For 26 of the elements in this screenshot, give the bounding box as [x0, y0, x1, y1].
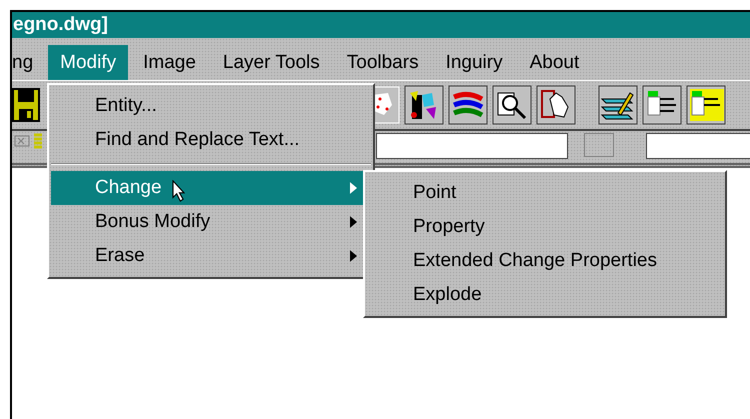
input-field[interactable] — [376, 133, 568, 159]
input-field[interactable] — [646, 133, 750, 159]
menu-bar-item[interactable]: Inguiry — [434, 45, 515, 81]
layers-icon — [34, 133, 42, 149]
menu-bar-item[interactable]: Layer Tools — [210, 45, 332, 81]
menu-bar-item[interactable]: About — [518, 45, 592, 81]
menu-item-label: Change — [95, 177, 162, 199]
menu-item[interactable]: Find and Replace Text... — [51, 123, 371, 157]
colored-lines-icon[interactable] — [448, 85, 488, 125]
pages-icon[interactable] — [642, 85, 682, 125]
paint-splash-icon[interactable] — [404, 85, 444, 125]
menu-bar-item[interactable]: Toolbars — [334, 45, 431, 81]
menu-item[interactable]: Explode — [367, 278, 723, 312]
menu-item[interactable]: Entity... — [51, 89, 371, 123]
pages-icon[interactable] — [686, 85, 726, 125]
menu-bar-item[interactable]: ng — [12, 45, 46, 81]
menu-item-label: Erase — [95, 245, 145, 267]
menu-item-label: Find and Replace Text... — [95, 129, 300, 151]
pencil-layers-icon[interactable] — [598, 85, 638, 125]
menu-bar-item[interactable]: Image — [131, 45, 208, 81]
menu-item-label: Entity... — [95, 95, 157, 117]
magnifier-icon[interactable] — [492, 85, 532, 125]
window-title: egno.dwg] — [12, 14, 108, 36]
menu-item-label: Bonus Modify — [95, 211, 210, 233]
mouse-cursor-icon — [172, 180, 185, 202]
menu-bar-item[interactable]: Modify — [48, 45, 128, 81]
